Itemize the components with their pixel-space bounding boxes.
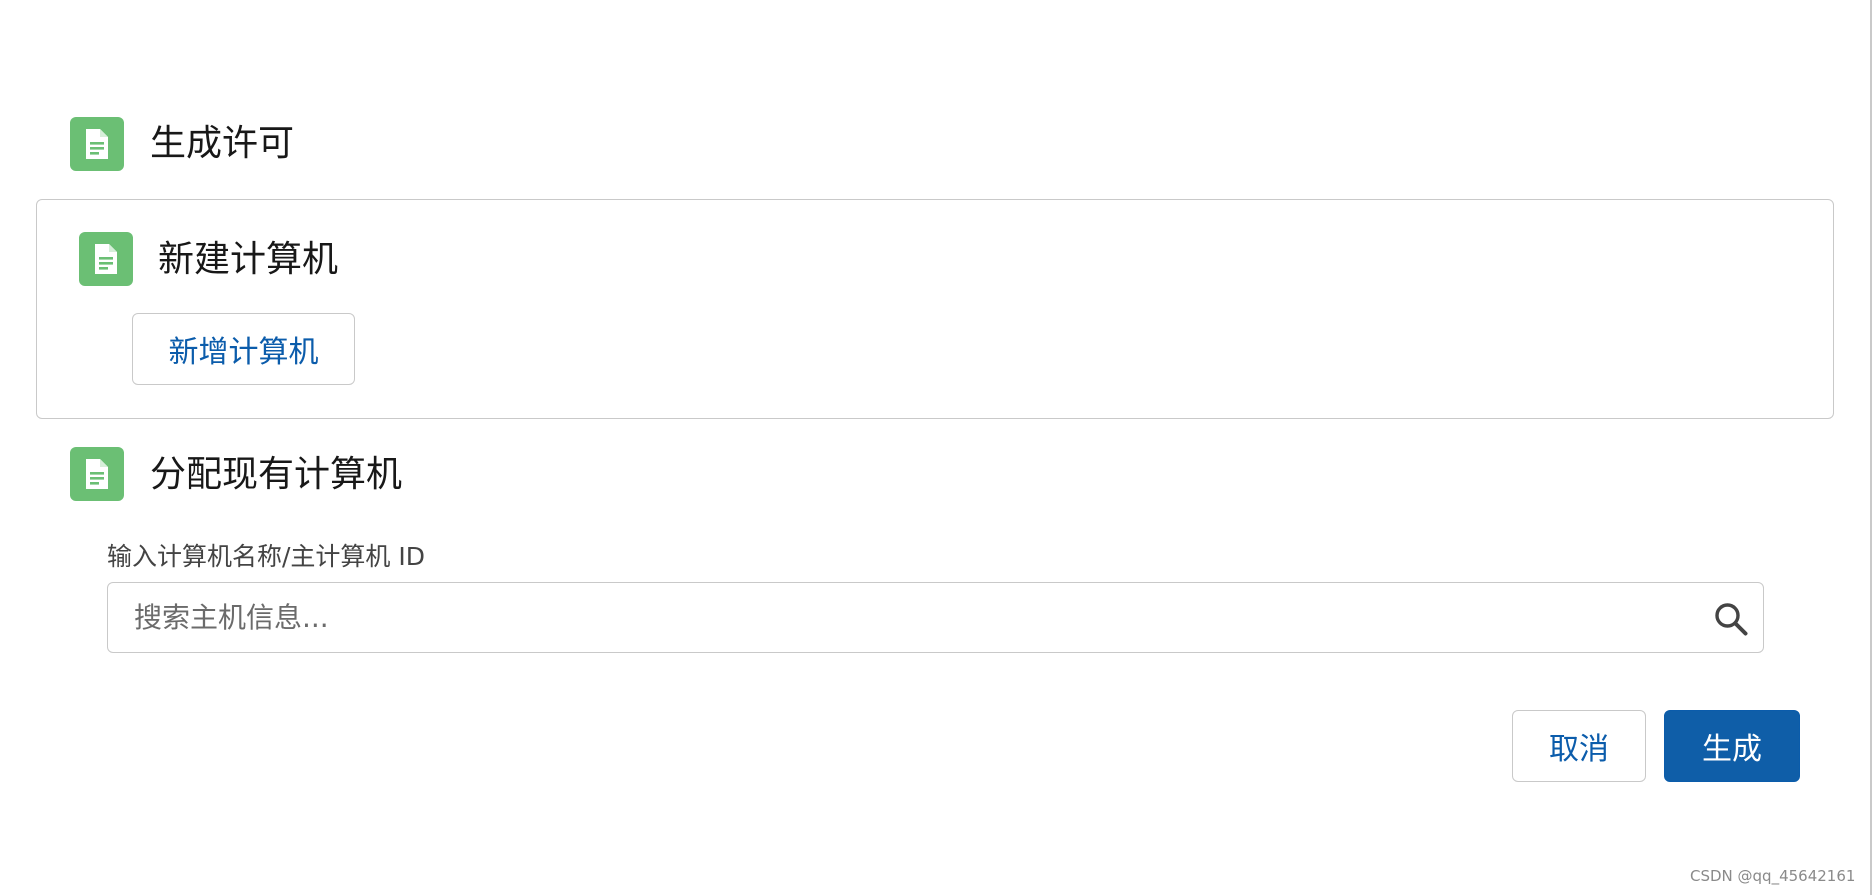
cancel-button[interactable]: 取消 xyxy=(1512,710,1646,782)
search-icon[interactable] xyxy=(1714,602,1748,636)
new-computer-card xyxy=(36,199,1834,419)
document-icon xyxy=(70,447,124,501)
assign-existing-title: 分配现有计算机 xyxy=(150,454,403,495)
computer-search-box xyxy=(107,582,1764,653)
add-computer-button[interactable]: 新增计算机 xyxy=(132,313,355,385)
new-computer-title: 新建计算机 xyxy=(158,239,339,280)
generate-license-modal: 生成许可 新建计算机 新增计算机 分配现有计算机 输入计算机名称/主计算机 ID xyxy=(0,0,1874,895)
document-icon xyxy=(70,117,124,171)
modal-edge-divider xyxy=(1870,0,1872,895)
generate-button[interactable]: 生成 xyxy=(1664,710,1800,782)
document-icon xyxy=(79,232,133,286)
computer-search-label: 输入计算机名称/主计算机 ID xyxy=(107,542,425,571)
page-title: 生成许可 xyxy=(150,123,295,164)
watermark: CSDN @qq_45642161 xyxy=(1690,867,1856,885)
computer-search-input[interactable] xyxy=(134,583,1674,651)
